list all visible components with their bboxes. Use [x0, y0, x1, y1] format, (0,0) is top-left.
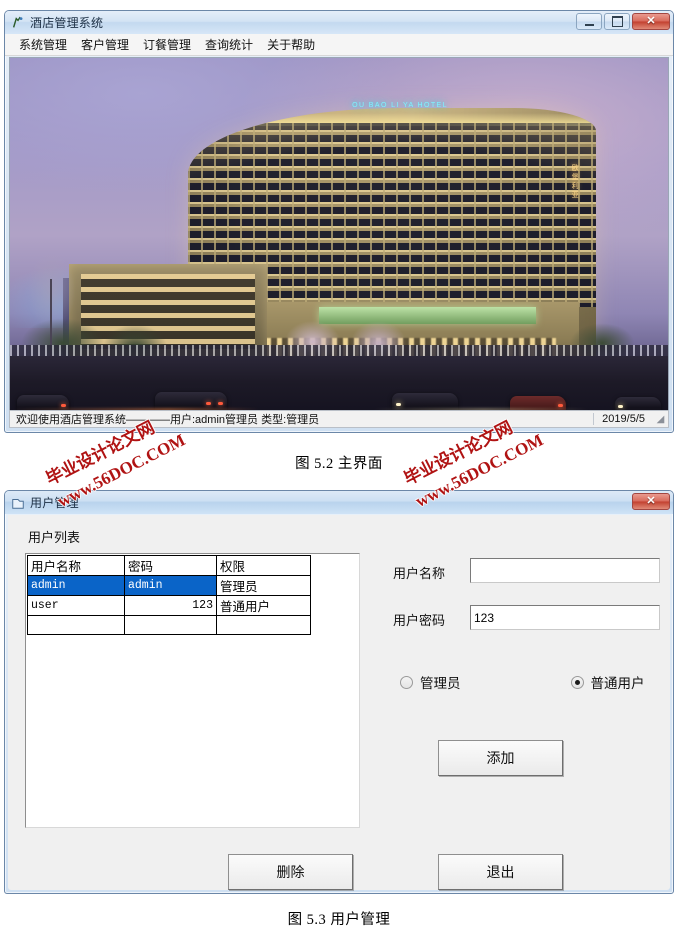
radio-icon — [400, 675, 413, 689]
road — [10, 356, 668, 413]
table-header-row: 用户名称 密码 权限 — [27, 555, 311, 576]
role-radio-group: 管理员 普通用户 — [400, 672, 665, 692]
cell-role — [216, 615, 311, 635]
table-row[interactable]: user 123 普通用户 — [27, 595, 311, 616]
menubar: 系统管理 客户管理 订餐管理 查询统计 关于帮助 — [5, 34, 673, 56]
cell-username: admin — [27, 575, 125, 596]
add-button[interactable]: 添加 — [438, 740, 563, 776]
cell-role: 普通用户 — [216, 595, 311, 616]
user-window-controls: ✕ — [632, 493, 670, 510]
resize-grip-icon[interactable]: ◢ — [653, 414, 668, 425]
delete-button[interactable]: 删除 — [228, 854, 353, 890]
user-list-label: 用户列表 — [28, 530, 81, 545]
menu-item-help[interactable]: 关于帮助 — [260, 35, 322, 55]
menu-item-meal[interactable]: 订餐管理 — [136, 35, 198, 55]
close-icon: ✕ — [646, 15, 656, 27]
window-controls: ✕ — [576, 13, 670, 30]
cell-username: user — [27, 595, 125, 616]
username-input[interactable] — [470, 558, 660, 583]
cell-password — [124, 615, 217, 635]
radio-normal-user[interactable]: 普通用户 — [570, 672, 645, 692]
main-client-area: 欧堡利亚 OU BAO LI YA HOTEL — [9, 57, 669, 414]
exit-button[interactable]: 退出 — [438, 854, 563, 890]
column-header-role[interactable]: 权限 — [216, 555, 311, 576]
password-input[interactable] — [470, 605, 660, 630]
password-label: 用户密码 — [393, 613, 446, 628]
user-window-title: 用户管理 — [30, 496, 79, 510]
cell-password: 123 — [124, 595, 217, 616]
menu-item-query[interactable]: 查询统计 — [198, 35, 260, 55]
maximize-icon — [611, 16, 623, 27]
statusbar: 欢迎使用酒店管理系统————用户:admin管理员 类型:管理员 2019/5/… — [9, 410, 669, 428]
table-row[interactable] — [27, 615, 311, 635]
status-message: 欢迎使用酒店管理系统————用户:admin管理员 类型:管理员 — [16, 414, 320, 426]
maximize-button[interactable] — [604, 13, 630, 30]
hotel-sign-text: OU BAO LI YA HOTEL — [352, 102, 448, 110]
column-header-username[interactable]: 用户名称 — [27, 555, 125, 576]
main-window-titlebar[interactable]: 酒店管理系统 ✕ — [5, 11, 673, 34]
app-icon — [12, 16, 23, 28]
status-date: 2019/5/5 — [593, 413, 653, 425]
main-window-title: 酒店管理系统 — [30, 16, 104, 30]
hotel-photo: 欧堡利亚 OU BAO LI YA HOTEL — [10, 58, 668, 413]
radio-normal-user-label: 普通用户 — [590, 676, 645, 691]
user-window-close-button[interactable]: ✕ — [632, 493, 670, 510]
cell-role: 管理员 — [216, 575, 311, 596]
close-button[interactable]: ✕ — [632, 13, 670, 30]
user-list-box[interactable]: 用户名称 密码 权限 admin admin 管理员 user 123 普通用户 — [25, 553, 360, 828]
menu-item-customer[interactable]: 客户管理 — [74, 35, 136, 55]
menu-item-system[interactable]: 系统管理 — [12, 35, 74, 55]
hotel-vertical-sign: 欧堡利亚 — [571, 163, 579, 200]
close-icon: ✕ — [646, 495, 656, 507]
radio-admin[interactable]: 管理员 — [400, 672, 461, 692]
figure-caption-1: 图 5.2 主界面 — [295, 456, 383, 472]
table-row[interactable]: admin admin 管理员 — [27, 575, 311, 596]
radio-admin-label: 管理员 — [420, 676, 461, 691]
cell-username — [27, 615, 125, 635]
users-table: 用户名称 密码 权限 admin admin 管理员 user 123 普通用户 — [27, 555, 311, 635]
main-window: 酒店管理系统 ✕ 系统管理 客户管理 订餐管理 查询统计 关于帮助 欧堡利亚 O… — [4, 10, 674, 433]
figure-caption-2: 图 5.3 用户管理 — [287, 912, 391, 928]
road-barrier — [10, 344, 668, 357]
username-label: 用户名称 — [393, 566, 446, 581]
window-icon — [12, 498, 24, 509]
minimize-button[interactable] — [576, 13, 602, 30]
column-header-password[interactable]: 密码 — [124, 555, 217, 576]
user-window-titlebar[interactable]: 用户管理 ✕ — [5, 491, 673, 514]
radio-icon-selected — [570, 675, 584, 689]
cell-password: admin — [124, 575, 217, 596]
user-management-window: 用户管理 ✕ 用户列表 用户名称 密码 权限 admin admin 管理员 u… — [4, 490, 674, 894]
minimize-icon — [584, 21, 594, 26]
